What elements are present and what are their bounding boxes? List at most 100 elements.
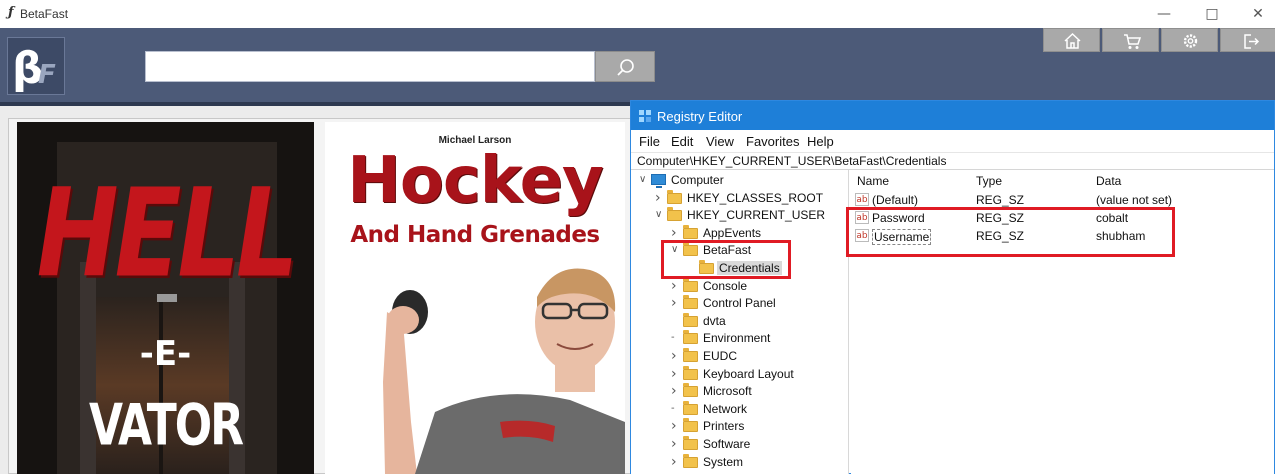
string-value-icon: ab (855, 193, 869, 206)
folder-icon (667, 189, 682, 204)
home-button[interactable] (1043, 28, 1100, 52)
tree-item-label: dvta (703, 313, 726, 328)
movie-cover-hell-e-vator[interactable]: HELL -E- VATOR (17, 122, 314, 474)
registry-tree: ∨ Computer › HKEY_CLASSES_ROOT ∨ HKEY_CURRENT… (631, 170, 849, 474)
tree-item-eudc[interactable]: › EUDC (631, 348, 848, 365)
tree-item-label: Network (703, 401, 748, 416)
tree-item-label: HKEY_CLASSES_ROOT (687, 190, 824, 205)
cover-photo (383, 268, 625, 474)
computer-icon (651, 174, 666, 188)
folder-icon (683, 365, 698, 380)
chevron-right-icon[interactable]: › (671, 348, 681, 364)
betafast-logo: β F (7, 37, 65, 95)
maximize-icon[interactable]: □ (1189, 3, 1235, 25)
registry-titlebar: Registry Editor (631, 101, 1274, 130)
chevron-right-icon[interactable]: › (671, 225, 681, 241)
registry-app-icon (639, 110, 651, 122)
tree-item-label: Control Panel (703, 296, 776, 311)
tree-item-label: Environment (703, 331, 771, 346)
tree-item-keyboard-layout[interactable]: › Keyboard Layout (631, 365, 848, 383)
highlight-credentials-values (846, 207, 1175, 257)
tree-item-label: Computer (671, 173, 724, 187)
tree-item-computer[interactable]: ∨ Computer (631, 172, 848, 189)
folder-icon (683, 400, 698, 415)
registry-menubar: File Edit View Favorites Help (631, 130, 1274, 152)
tree-leaf-icon: - (671, 332, 675, 344)
tree-item-label: AppEvents (703, 225, 762, 240)
menu-edit[interactable]: Edit (671, 134, 693, 149)
tree-item-printers[interactable]: › Printers (631, 418, 848, 435)
chevron-right-icon[interactable]: › (671, 278, 681, 294)
cover-title: HELL (36, 162, 299, 306)
column-header-name[interactable]: Name (857, 174, 889, 188)
cover-bottom: VATOR (88, 392, 244, 459)
folder-icon (683, 383, 698, 398)
chevron-right-icon[interactable]: › (671, 418, 681, 434)
folder-icon (683, 312, 698, 327)
cart-button[interactable] (1102, 28, 1159, 52)
menu-file[interactable]: File (639, 134, 660, 149)
tree-item-dvta[interactable]: dvta (631, 312, 848, 330)
tree-item-console[interactable]: › Console (631, 277, 848, 295)
chevron-right-icon[interactable]: › (671, 436, 681, 452)
tree-item-environment[interactable]: - Environment (631, 330, 848, 347)
menu-favorites[interactable]: Favorites (746, 134, 799, 149)
highlight-betafast-key (661, 240, 791, 279)
folder-icon (683, 277, 698, 292)
minimize-icon[interactable]: — (1141, 3, 1187, 25)
tree-item-hkey-classes-root[interactable]: › HKEY_CLASSES_ROOT (631, 189, 848, 207)
chevron-right-icon[interactable]: › (671, 454, 681, 470)
folder-icon (683, 295, 698, 310)
column-header-type[interactable]: Type (976, 174, 1002, 188)
search-input[interactable] (145, 51, 595, 82)
tree-item-label: Keyboard Layout (703, 366, 794, 381)
folder-icon (683, 453, 698, 468)
search-button[interactable] (595, 51, 655, 82)
column-header-data[interactable]: Data (1096, 174, 1121, 188)
folder-icon (683, 224, 698, 239)
tree-item-microsoft[interactable]: › Microsoft (631, 383, 848, 400)
betafast-titlebar: ƒ BetaFast — □ ✕ (0, 0, 1275, 28)
settings-button[interactable] (1161, 28, 1218, 52)
folder-icon (683, 348, 698, 362)
tree-item-label: Printers (703, 419, 745, 434)
address-path: Computer\HKEY_CURRENT_USER\BetaFast\Cred… (637, 154, 947, 168)
home-icon (1064, 32, 1081, 49)
folder-icon (683, 436, 698, 450)
chevron-right-icon[interactable]: › (671, 383, 681, 399)
registry-editor-window: Registry Editor File Edit View Favorites… (630, 100, 1275, 474)
chevron-down-icon[interactable]: ∨ (655, 207, 665, 223)
tree-item-control-panel[interactable]: › Control Panel (631, 295, 848, 312)
cover-mid: -E- (139, 334, 192, 374)
tree-item-label: Microsoft (703, 384, 752, 399)
address-bar[interactable]: Computer\HKEY_CURRENT_USER\BetaFast\Cred… (631, 152, 1274, 170)
chevron-right-icon[interactable]: › (671, 295, 681, 311)
chevron-right-icon[interactable]: › (671, 366, 681, 382)
menu-help[interactable]: Help (807, 134, 834, 149)
tree-item-label: Console (703, 278, 748, 293)
logout-icon (1244, 34, 1260, 49)
tree-item-hkey-current-user[interactable]: ∨ HKEY_CURRENT_USER (631, 207, 848, 224)
cart-icon (1124, 34, 1142, 49)
tree-item-label: HKEY_CURRENT_USER (687, 208, 826, 223)
search-icon (617, 59, 634, 76)
betafast-header: β F (0, 28, 1275, 106)
betafast-app-icon: ƒ (8, 5, 14, 20)
tree-leaf-icon: - (671, 402, 675, 414)
svg-text:F: F (38, 60, 56, 90)
menu-view[interactable]: View (706, 134, 734, 149)
betafast-window-title: BetaFast (20, 7, 69, 21)
logout-button[interactable] (1220, 28, 1275, 52)
close-icon[interactable]: ✕ (1235, 3, 1275, 25)
folder-icon (667, 207, 682, 222)
tree-item-software[interactable]: › Software (631, 436, 848, 453)
tree-item-system[interactable]: › System (631, 453, 848, 471)
tree-item-label: System (703, 454, 744, 469)
gear-icon (1183, 34, 1198, 48)
movie-cover-hockey[interactable]: Michael Larson Hockey And Hand Grenades (325, 122, 625, 474)
folder-icon (683, 418, 698, 433)
chevron-down-icon[interactable]: ∨ (639, 172, 649, 188)
folder-icon (683, 330, 698, 345)
tree-item-network[interactable]: - Network (631, 400, 848, 418)
chevron-right-icon[interactable]: › (655, 190, 665, 206)
